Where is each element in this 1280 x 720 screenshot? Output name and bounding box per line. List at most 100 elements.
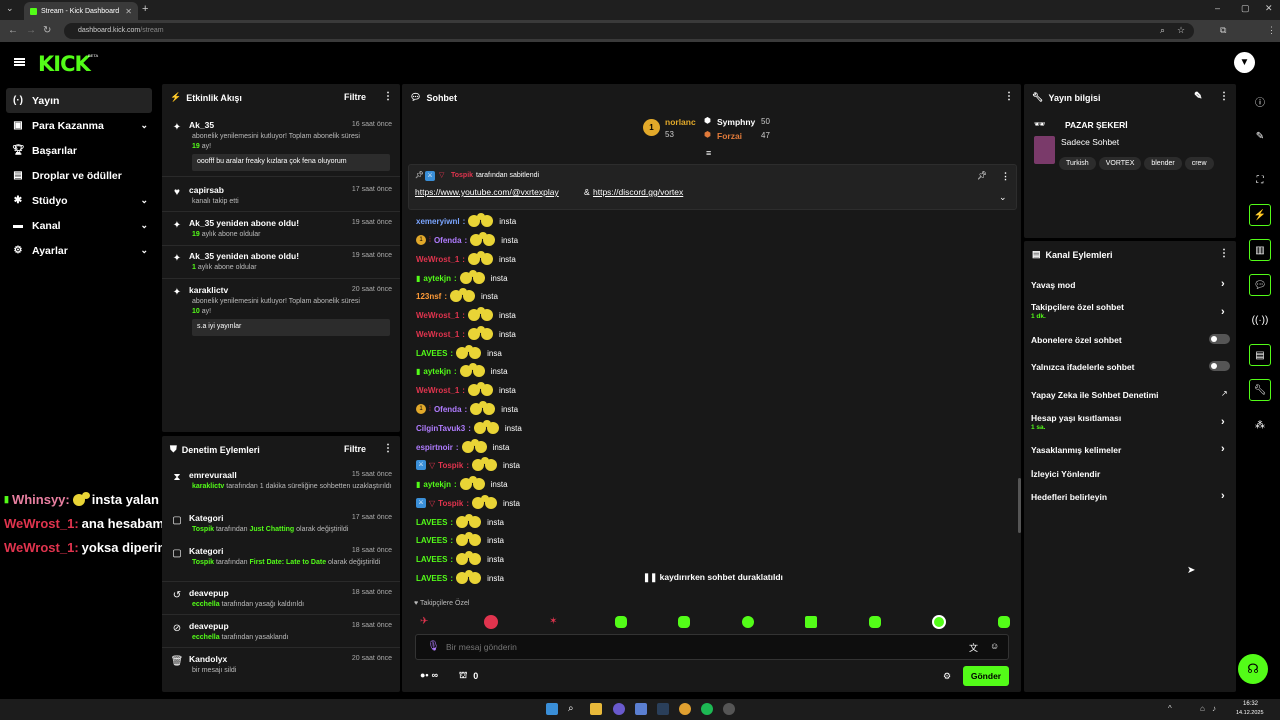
chrome-icon[interactable]: [679, 703, 691, 715]
leader-name[interactable]: norlanc: [665, 117, 696, 127]
tag-chip[interactable]: VORTEX: [1098, 157, 1142, 170]
emote-icon[interactable]: [470, 401, 488, 416]
channel-points[interactable]: ●• ∞: [420, 670, 438, 680]
chat-username[interactable]: WeWrost_1: [416, 255, 459, 264]
followers-only-item[interactable]: Takipçilere özel sohbet: [1031, 302, 1124, 312]
network-icon[interactable]: ⌂: [1200, 704, 1205, 713]
reload-icon[interactable]: ↻: [43, 25, 51, 36]
external-link-icon[interactable]: ↗: [1221, 389, 1228, 398]
windows-start-icon[interactable]: [546, 703, 558, 715]
emote-icon[interactable]: [467, 307, 485, 322]
chat-username[interactable]: LAVEES: [416, 536, 447, 545]
emote-icon[interactable]: [467, 326, 485, 341]
chat-username[interactable]: WeWrost_1: [416, 311, 459, 320]
sidebar-item-droplar[interactable]: ▤ Droplar ve ödüller: [6, 163, 152, 188]
emote-icon[interactable]: ✈: [420, 616, 432, 628]
moderation-user[interactable]: deavepup: [189, 621, 229, 631]
file-explorer-icon[interactable]: [590, 703, 602, 715]
emote-icon[interactable]: [741, 616, 754, 628]
leader-name[interactable]: Forzai: [717, 131, 742, 141]
chevron-right-icon[interactable]: ›: [1221, 278, 1225, 290]
emote-icon[interactable]: [456, 570, 474, 585]
moderation-user[interactable]: deavepup: [189, 588, 229, 598]
chat-username[interactable]: WeWrost_1: [416, 330, 459, 339]
emote-icon[interactable]: [468, 213, 486, 228]
moderator-name[interactable]: ecchella: [192, 634, 220, 641]
minimize-icon[interactable]: –: [1215, 3, 1220, 13]
menu-icon[interactable]: [14, 58, 25, 66]
emote-icon[interactable]: [459, 363, 477, 378]
chat-username[interactable]: Tospik: [438, 461, 463, 470]
obs-icon[interactable]: [723, 703, 735, 715]
gift-counter[interactable]: ⛫ 0: [459, 670, 478, 682]
emote-icon[interactable]: [473, 420, 491, 435]
clock-date[interactable]: 14.12.2025: [1236, 710, 1264, 716]
translate-icon[interactable]: 文: [969, 641, 978, 654]
quick-actions-icon[interactable]: ⚡: [1249, 204, 1271, 226]
activity-user[interactable]: karaklictv: [189, 285, 228, 295]
emote-icon[interactable]: [456, 532, 474, 547]
stream-category[interactable]: Sadece Sohbet: [1061, 137, 1119, 147]
emote-icon[interactable]: [472, 495, 490, 510]
kick-logo[interactable]: KICK: [38, 52, 91, 76]
emote-only-toggle[interactable]: [1209, 361, 1230, 371]
chat-paused-banner[interactable]: ❚❚ kaydırırken sohbet duraklatıldı: [643, 572, 783, 583]
chat-toggle-icon[interactable]: 💬︎: [1249, 274, 1271, 296]
pinned-discord-link[interactable]: https://discord.gg/vortex: [593, 187, 683, 197]
chat-username[interactable]: aytekjn: [423, 480, 451, 489]
pinned-by-user[interactable]: Tospik: [451, 172, 473, 179]
subscribers-only-toggle[interactable]: [1209, 334, 1230, 344]
emote-icon[interactable]: [467, 382, 485, 397]
forward-icon[interactable]: →: [26, 25, 36, 36]
chat-username[interactable]: aytekjn: [423, 367, 451, 376]
tray-chevron-icon[interactable]: ^: [1168, 704, 1172, 713]
emote-icon[interactable]: [932, 615, 947, 629]
raid-item[interactable]: İzleyici Yönlendir: [1031, 469, 1100, 479]
emote-icon[interactable]: [450, 288, 468, 303]
moderator-name[interactable]: karaklictv: [192, 483, 224, 490]
microphone-icon[interactable]: 🎙︎: [427, 641, 440, 652]
zoom-icon[interactable]: ⌕: [1160, 25, 1165, 36]
tag-chip[interactable]: crew: [1184, 157, 1214, 170]
activity-user[interactable]: Ak_35: [189, 120, 214, 130]
sidebar-item-ayarlar[interactable]: ⚙ Ayarlar ⌄: [6, 238, 152, 263]
new-tab-icon[interactable]: +: [142, 3, 148, 15]
activity-user[interactable]: Ak_35 yeniden abone oldu!: [189, 218, 299, 228]
more-options-icon[interactable]: ⋮: [1004, 91, 1014, 102]
filter-button[interactable]: Filtre: [344, 92, 366, 102]
chat-username[interactable]: Ofenda: [434, 405, 462, 414]
emote-icon[interactable]: [456, 345, 474, 360]
moderation-user[interactable]: emrevuraall: [189, 470, 237, 480]
slow-mode-item[interactable]: Yavaş mod: [1031, 280, 1075, 290]
moderator-name[interactable]: ecchella: [192, 601, 220, 608]
chat-username[interactable]: LAVEES: [416, 349, 447, 358]
steam-icon[interactable]: [657, 703, 669, 715]
send-button[interactable]: Gönder: [963, 666, 1009, 686]
chat-username[interactable]: espirtnoir: [416, 443, 453, 452]
more-options-icon[interactable]: ⋮: [383, 91, 393, 102]
user-avatar[interactable]: ▼: [1234, 52, 1255, 73]
chevron-right-icon[interactable]: ›: [1221, 443, 1225, 455]
moderator-name[interactable]: Tospik: [192, 559, 214, 566]
activity-user[interactable]: capirsab: [189, 185, 224, 195]
chat-input-box[interactable]: 🎙︎ 文 ☺: [415, 634, 1009, 660]
more-options-icon[interactable]: ⋮: [1219, 91, 1229, 102]
edit-icon[interactable]: ✎: [1194, 91, 1202, 102]
set-goals-item[interactable]: Hedefleri belirleyin: [1031, 492, 1107, 502]
moderation-user[interactable]: Kandolyx: [189, 654, 227, 664]
points-icon[interactable]: ⁂: [1249, 414, 1271, 436]
emote-icon[interactable]: ✶: [549, 616, 563, 628]
chevron-right-icon[interactable]: ›: [1221, 490, 1225, 502]
emote-icon[interactable]: [456, 514, 474, 529]
chat-username[interactable]: LAVEES: [416, 518, 447, 527]
discord-icon[interactable]: [613, 703, 625, 715]
tab-list-icon[interactable]: ⌄: [6, 3, 14, 14]
close-tab-icon[interactable]: ✕: [125, 7, 132, 16]
ai-moderation-item[interactable]: Yapay Zeka ile Sohbet Denetimi: [1031, 390, 1159, 400]
emote-icon[interactable]: [868, 616, 881, 628]
emote-icon[interactable]: [459, 476, 477, 491]
browser-tab[interactable]: Stream - Kick Dashboard ✕: [24, 2, 138, 20]
fullscreen-icon[interactable]: ⛶: [1249, 169, 1271, 191]
more-options-icon[interactable]: ⋮: [383, 443, 393, 454]
bookmark-star-icon[interactable]: ☆: [1177, 25, 1185, 36]
